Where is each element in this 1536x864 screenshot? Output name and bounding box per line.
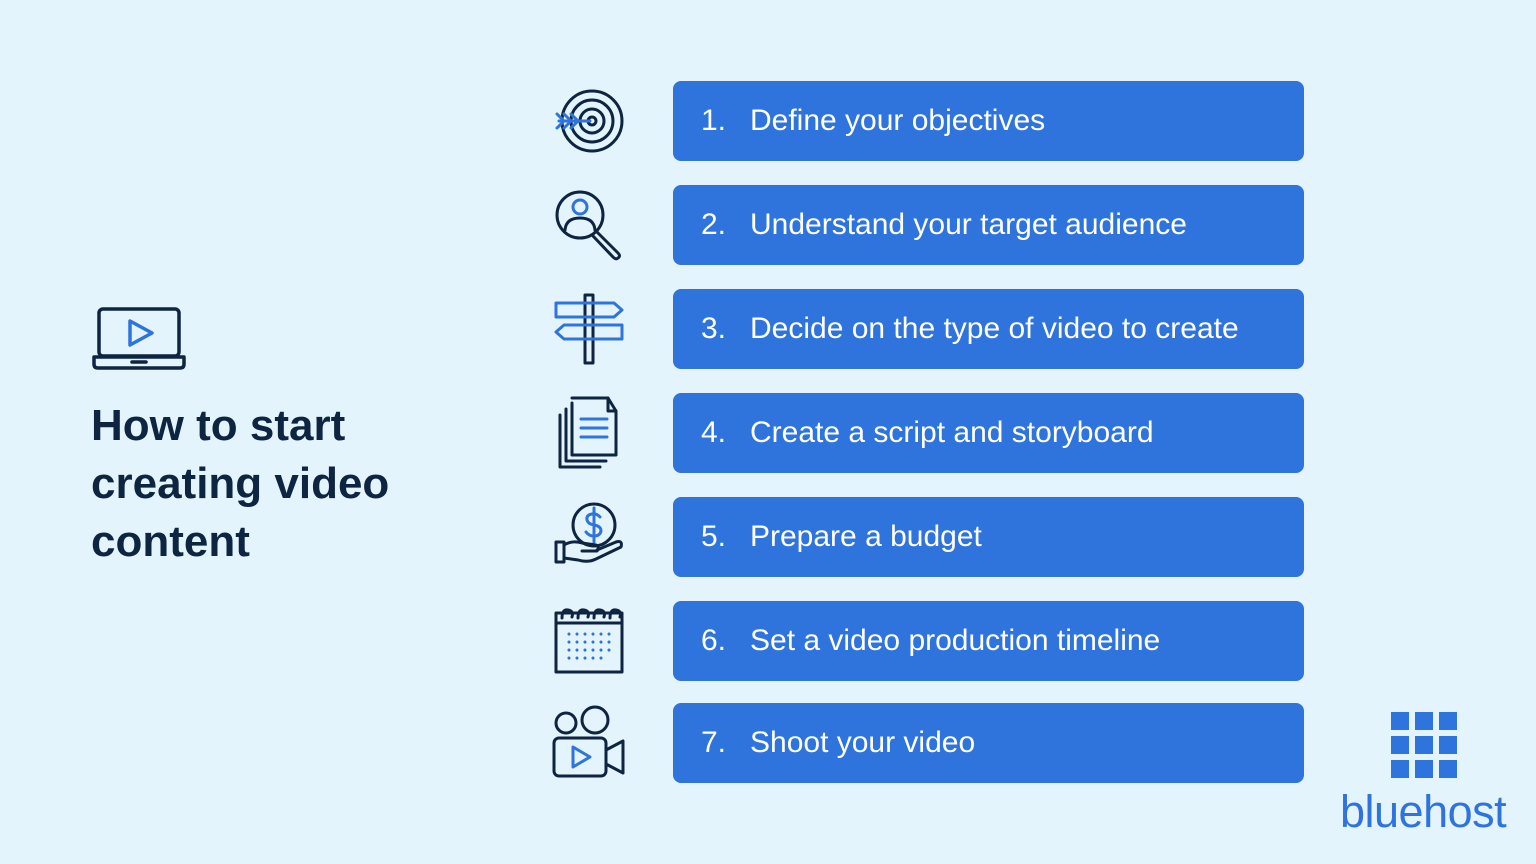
- step-label: Create a script and storyboard: [750, 416, 1154, 449]
- step-number: 5.: [701, 520, 727, 553]
- step-number: 2.: [701, 208, 727, 241]
- step-item: 3. Decide on the type of video to create: [673, 289, 1304, 369]
- brand-logo: bluehost: [1340, 712, 1510, 842]
- step-label: Shoot your video: [750, 726, 976, 759]
- step-label: Define your objectives: [750, 104, 1046, 137]
- target-icon: [550, 81, 628, 159]
- step-label: Understand your target audience: [750, 208, 1187, 241]
- step-label: Prepare a budget: [750, 520, 982, 553]
- step-item: 7. Shoot your video: [673, 703, 1304, 783]
- step-number: 6.: [701, 624, 727, 657]
- step-item: 4. Create a script and storyboard: [673, 393, 1304, 473]
- step-label: Decide on the type of video to create: [750, 312, 1239, 345]
- signpost-icon: [550, 289, 628, 367]
- step-item: 1. Define your objectives: [673, 81, 1304, 161]
- step-number: 7.: [701, 726, 727, 759]
- step-number: 4.: [701, 416, 727, 449]
- step-item: 2. Understand your target audience: [673, 185, 1304, 265]
- budget-hand-icon: [550, 497, 628, 575]
- step-number: 3.: [701, 312, 727, 345]
- step-item: 5. Prepare a budget: [673, 497, 1304, 577]
- brand-name: bluehost: [1340, 786, 1507, 837]
- steps-list: 1. Define your objectives 2. Understand …: [0, 0, 1536, 864]
- video-camera-icon: [550, 703, 628, 781]
- step-item: 6. Set a video production timeline: [673, 601, 1304, 681]
- documents-icon: [550, 393, 628, 471]
- calendar-icon: [550, 601, 628, 679]
- step-label: Set a video production timeline: [750, 624, 1161, 657]
- bluehost-grid-icon: [1391, 712, 1457, 778]
- audience-search-icon: [550, 185, 628, 263]
- step-number: 1.: [701, 104, 727, 137]
